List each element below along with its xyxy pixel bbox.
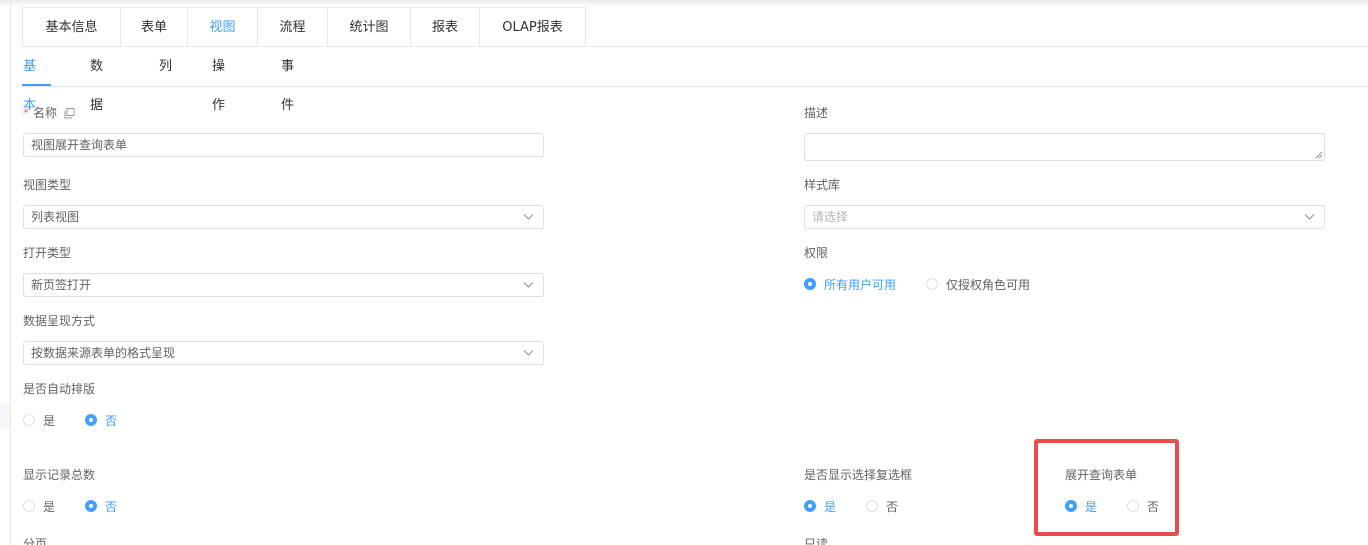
- auto-layout-radio-yes[interactable]: 是: [23, 412, 55, 428]
- tab-flow[interactable]: 流程: [258, 8, 328, 47]
- tab-report[interactable]: 报表: [411, 8, 480, 47]
- name-label: * 名称: [23, 105, 75, 121]
- radio-dot: [85, 414, 97, 426]
- required-mark: *: [23, 106, 29, 120]
- show-total-radio-no[interactable]: 否: [85, 498, 117, 514]
- data-display-select[interactable]: 按数据来源表单的格式呈现: [23, 341, 544, 365]
- style-lib-select[interactable]: 请选择: [804, 205, 1325, 229]
- open-type-label: 打开类型: [23, 246, 72, 260]
- main-tabs: 基本信息 表单 视图 流程 统计图 报表 OLAP报表: [22, 7, 586, 47]
- auto-layout-label: 是否自动排版: [23, 382, 96, 396]
- copy-icon[interactable]: [64, 108, 75, 119]
- view-type-value: 列表视图: [31, 210, 80, 224]
- style-lib-placeholder: 请选择: [812, 210, 849, 224]
- data-display-value: 按数据来源表单的格式呈现: [31, 346, 176, 360]
- permission-label: 权限: [804, 246, 829, 260]
- resize-handle-icon[interactable]: [1315, 151, 1323, 159]
- tab-olap-report[interactable]: OLAP报表: [480, 8, 585, 47]
- permission-radio-authorized-roles[interactable]: 仅授权角色可用: [926, 276, 1030, 292]
- tab-view[interactable]: 视图: [188, 8, 258, 47]
- name-input[interactable]: 视图展开查询表单: [23, 133, 544, 157]
- description-textarea[interactable]: [804, 133, 1325, 161]
- description-label: 描述: [804, 106, 829, 120]
- show-checkbox-radio-yes[interactable]: 是: [804, 498, 836, 514]
- left-panel-edge: [0, 404, 10, 428]
- subtab-data[interactable]: 数据: [90, 47, 103, 113]
- show-checkbox-radio-no[interactable]: 否: [866, 498, 898, 514]
- top-shadow: [0, 0, 1368, 7]
- subtab-operations[interactable]: 操作: [212, 47, 225, 113]
- style-lib-label: 样式库: [804, 178, 841, 192]
- auto-layout-radio-no[interactable]: 否: [85, 412, 117, 428]
- chevron-down-icon: [523, 214, 534, 220]
- permission-radio-all-users[interactable]: 所有用户可用: [804, 276, 896, 292]
- tab-basic-info[interactable]: 基本信息: [23, 8, 121, 47]
- radio-dot: [926, 278, 938, 290]
- show-total-radio-yes[interactable]: 是: [23, 498, 55, 514]
- subtab-basic[interactable]: 基本: [23, 47, 36, 113]
- radio-dot: [866, 500, 878, 512]
- subtab-events[interactable]: 事件: [281, 47, 294, 113]
- radio-dot: [804, 278, 816, 290]
- radio-dot: [23, 414, 35, 426]
- show-total-label: 显示记录总数: [23, 468, 96, 482]
- chevron-down-icon: [523, 350, 534, 356]
- pagination-label: 分页: [23, 537, 48, 545]
- sub-tabs-divider: [22, 86, 1368, 87]
- view-type-label: 视图类型: [23, 178, 72, 192]
- chevron-down-icon: [523, 282, 534, 288]
- view-type-select[interactable]: 列表视图: [23, 205, 544, 229]
- left-divider: [10, 0, 11, 545]
- show-checkbox-label: 是否显示选择复选框: [804, 468, 913, 482]
- subtab-columns[interactable]: 列: [159, 47, 172, 86]
- tab-statistics[interactable]: 统计图: [328, 8, 411, 47]
- radio-dot: [804, 500, 816, 512]
- data-display-label: 数据呈现方式: [23, 314, 96, 328]
- radio-dot: [85, 500, 97, 512]
- highlight-annotation-box: [1034, 439, 1179, 536]
- readonly-label: 只读: [804, 537, 829, 545]
- tab-form[interactable]: 表单: [121, 8, 188, 47]
- radio-dot: [23, 500, 35, 512]
- open-type-value: 新页签打开: [31, 278, 92, 292]
- open-type-select[interactable]: 新页签打开: [23, 273, 544, 297]
- chevron-down-icon: [1304, 214, 1315, 220]
